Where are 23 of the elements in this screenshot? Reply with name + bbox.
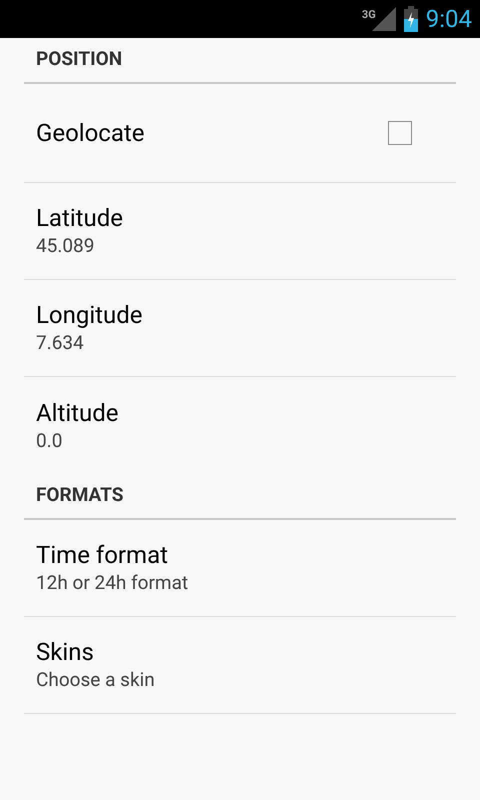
preference-title: Longitude [36,300,144,330]
preference-summary: 12h or 24h format [36,570,190,596]
preference-title: Geolocate [36,118,146,149]
preference-summary: 7.634 [36,330,85,356]
battery-icon [404,6,418,32]
section-header: POSITION [24,38,456,84]
preference-row[interactable]: Skins Choose a skin [24,617,456,714]
preference-summary: 45.089 [36,233,96,259]
preference-row[interactable]: Altitude 0.0 [24,377,456,474]
checkbox[interactable] [388,121,412,145]
preference-row[interactable]: Time format 12h or 24h format [24,520,456,617]
preference-title: Altitude [36,398,120,428]
preference-row[interactable]: Geolocate [24,84,456,183]
preference-title: Skins [36,637,95,667]
preference-title: Time format [36,540,169,570]
preference-summary: Choose a skin [36,667,156,693]
preference-row[interactable]: Latitude 45.089 [24,183,456,280]
network-type: 3G [362,7,376,23]
preference-summary: 0.0 [36,428,64,454]
preference-title: Latitude [36,203,124,233]
clock: 9:04 [426,4,472,35]
section-header: FORMATS [24,474,456,520]
preference-row[interactable]: Longitude 7.634 [24,280,456,377]
